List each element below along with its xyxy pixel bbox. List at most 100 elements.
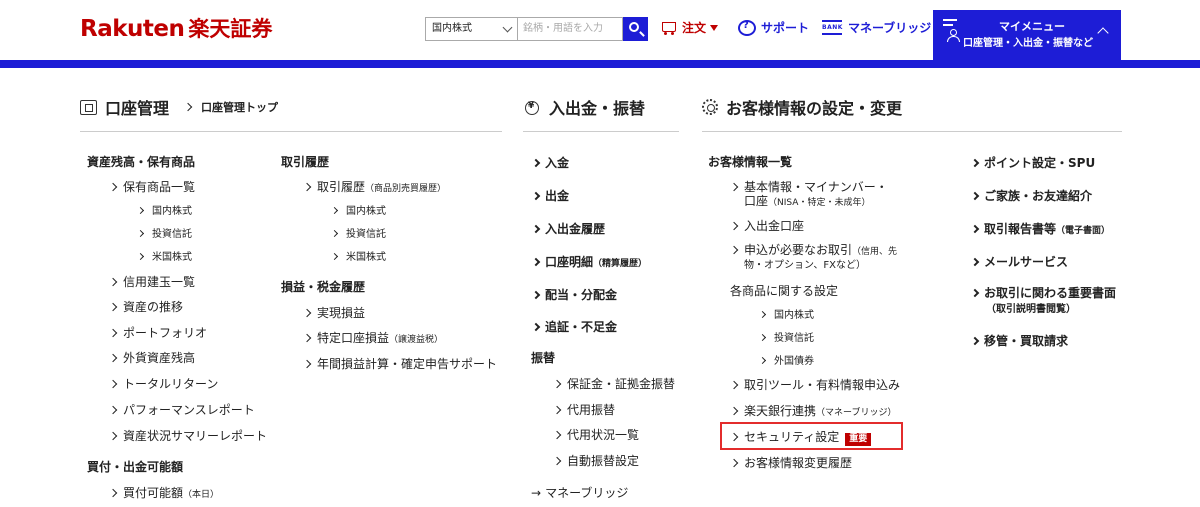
divider [702, 131, 1122, 132]
search-input[interactable]: 銘柄・用語を入力 [517, 17, 623, 41]
chevron-right-icon [108, 328, 118, 338]
chevron-right-icon [136, 206, 145, 215]
menu-transfer-buyback[interactable]: 移管・買取請求 [970, 334, 1068, 348]
menu-bank-account[interactable]: 入出金口座 [729, 219, 804, 233]
menu-withdrawal[interactable]: 出金 [531, 189, 569, 203]
rakuten-logo[interactable]: Rakuten 楽天証券 [80, 13, 272, 43]
menu-specified-account-pl[interactable]: 特定口座損益（譲渡益税） [302, 331, 443, 347]
chevron-right-icon [552, 379, 562, 389]
menu-trade-applications[interactable]: 申込が必要なお取引（信用、先 [729, 243, 897, 259]
chevron-right-icon [758, 356, 767, 365]
menu-important-documents[interactable]: お取引に関わる重要書面 [970, 286, 1116, 300]
divider [80, 131, 502, 132]
chevron-right-icon [531, 224, 541, 234]
my-menu-title: マイメニュー [999, 20, 1065, 33]
menu-history-us[interactable]: 米国株式 [330, 251, 386, 265]
bank-icon: BANK [822, 19, 842, 36]
chevron-right-icon [729, 221, 739, 231]
heading-customer-info-list: お客様情報一覧 [708, 155, 793, 169]
menu-margin-positions[interactable]: 信用建玉一覧 [108, 275, 195, 289]
my-menu-button[interactable]: マイメニュー 口座管理・入出金・振替など [933, 10, 1121, 60]
support-label: サポート [761, 21, 810, 35]
menu-portfolio[interactable]: ポートフォリオ [108, 326, 207, 340]
search-button[interactable] [623, 17, 648, 41]
heading-trade-history: 取引履歴 [281, 155, 330, 169]
chevron-right-icon [552, 405, 562, 415]
menu-holdings-list[interactable]: 保有商品一覧 [108, 180, 195, 194]
menu-tax-return-support[interactable]: 年間損益計算・確定申告サポート [302, 357, 497, 371]
menu-realized-pl[interactable]: 実現損益 [302, 306, 365, 320]
menu-holdings-us[interactable]: 米国株式 [136, 251, 192, 265]
menu-collateral-transfer[interactable]: 代用振替 [552, 403, 615, 417]
menu-total-return[interactable]: トータルリターン [108, 377, 218, 391]
chevron-right-icon [108, 488, 118, 498]
menu-auto-transfer[interactable]: 自動振替設定 [552, 454, 639, 468]
chevron-right-icon [302, 182, 312, 192]
logo-sec-text: 楽天証券 [188, 17, 273, 41]
menu-trade-applications-line2[interactable]: 物・オプション、FXなど） [744, 259, 866, 273]
chevron-right-icon [970, 224, 980, 234]
section-customer-info: お客様情報の設定・変更 [702, 95, 902, 119]
menu-history-domestic[interactable]: 国内株式 [330, 205, 386, 219]
chevron-right-icon [552, 430, 562, 440]
menu-trading-tools[interactable]: 取引ツール・有料情報申込み [729, 378, 900, 392]
menu-trade-history[interactable]: 取引履歴（商品別売買履歴） [302, 180, 446, 196]
chevron-right-icon [970, 257, 980, 267]
chevron-right-icon [552, 456, 562, 466]
menu-holdings-domestic[interactable]: 国内株式 [136, 205, 192, 219]
money-bridge-link[interactable]: BANK マネーブリッジ [822, 19, 931, 36]
menu-history-funds[interactable]: 投資信託 [330, 228, 386, 242]
chevron-right-icon [729, 380, 739, 390]
menu-asset-summary-report[interactable]: 資産状況サマリーレポート [108, 429, 267, 443]
menu-money-bridge[interactable]: → マネーブリッジ [531, 486, 628, 500]
menu-settings-foreign-bonds[interactable]: 外国債券 [758, 355, 814, 369]
menu-dividends[interactable]: 配当・分配金 [531, 288, 617, 302]
menu-rakuten-bank-link[interactable]: 楽天銀行連携（マネーブリッジ） [729, 404, 896, 420]
menu-foreign-assets[interactable]: 外貨資産残高 [108, 351, 195, 365]
menu-deposit[interactable]: 入金 [531, 156, 569, 170]
order-menu[interactable]: 注文 [660, 19, 719, 36]
chevron-right-icon [108, 353, 118, 363]
account-top-link[interactable]: 口座管理トップ [201, 99, 278, 115]
my-menu-subtitle: 口座管理・入出金・振替など [963, 38, 1093, 49]
menu-account-statement[interactable]: 口座明細（精算履歴） [531, 255, 647, 271]
menu-collateral-status[interactable]: 代用状況一覧 [552, 428, 639, 442]
cart-icon [660, 21, 678, 35]
chevron-right-icon [108, 302, 118, 312]
menu-buying-power[interactable]: 買付可能額（本日） [108, 486, 219, 502]
menu-trade-reports[interactable]: 取引報告書等（電子書面） [970, 222, 1110, 238]
chevron-right-icon [758, 310, 767, 319]
heading-buying-power: 買付・出金可能額 [87, 460, 184, 474]
coin-icon [523, 98, 541, 116]
menu-security-settings[interactable]: セキュリティ設定 重要 [729, 430, 872, 446]
menu-settings-funds[interactable]: 投資信託 [758, 332, 814, 346]
menu-deposit-history[interactable]: 入出金履歴 [531, 222, 605, 236]
menu-info-change-history[interactable]: お客様情報変更履歴 [729, 456, 852, 470]
chevron-right-icon [108, 182, 118, 192]
menu-mail-service[interactable]: メールサービス [970, 255, 1068, 269]
section-deposit-transfer: 入出金・振替 [523, 95, 645, 119]
menu-point-settings[interactable]: ポイント設定・SPU [970, 156, 1095, 170]
menu-performance-report[interactable]: パフォーマンスレポート [108, 403, 255, 417]
menu-asset-history[interactable]: 資産の推移 [108, 300, 183, 314]
chevron-right-icon [302, 308, 312, 318]
menu-margin-call[interactable]: 追証・不足金 [531, 320, 617, 334]
arrow-right-icon: → [531, 486, 542, 500]
menu-basic-info[interactable]: 基本情報・マイナンバー・ [729, 180, 888, 194]
chevron-right-icon [729, 432, 739, 442]
menu-settings-domestic[interactable]: 国内株式 [758, 309, 814, 323]
logo-wordmark: Rakuten [80, 16, 185, 42]
search-category-select[interactable]: 国内株式 [425, 17, 517, 41]
chevron-right-icon [531, 158, 541, 168]
support-link[interactable]: サポート [738, 19, 809, 36]
chevron-right-icon [729, 182, 739, 192]
menu-basic-info-line2[interactable]: 口座（NISA・特定・未成年） [744, 194, 870, 210]
chevron-right-icon [330, 252, 339, 261]
menu-margin-transfer[interactable]: 保証金・証拠金振替 [552, 377, 675, 391]
chevron-down-icon [502, 22, 513, 33]
menu-important-documents-line2[interactable]: （取引説明書閲覧） [986, 303, 1076, 317]
header: Rakuten 楽天証券 国内株式 銘柄・用語を入力 注文 サポート BANK … [0, 0, 1200, 60]
menu-referral[interactable]: ご家族・お友達紹介 [970, 189, 1092, 203]
menu-holdings-funds[interactable]: 投資信託 [136, 228, 192, 242]
gear-icon [702, 99, 718, 115]
